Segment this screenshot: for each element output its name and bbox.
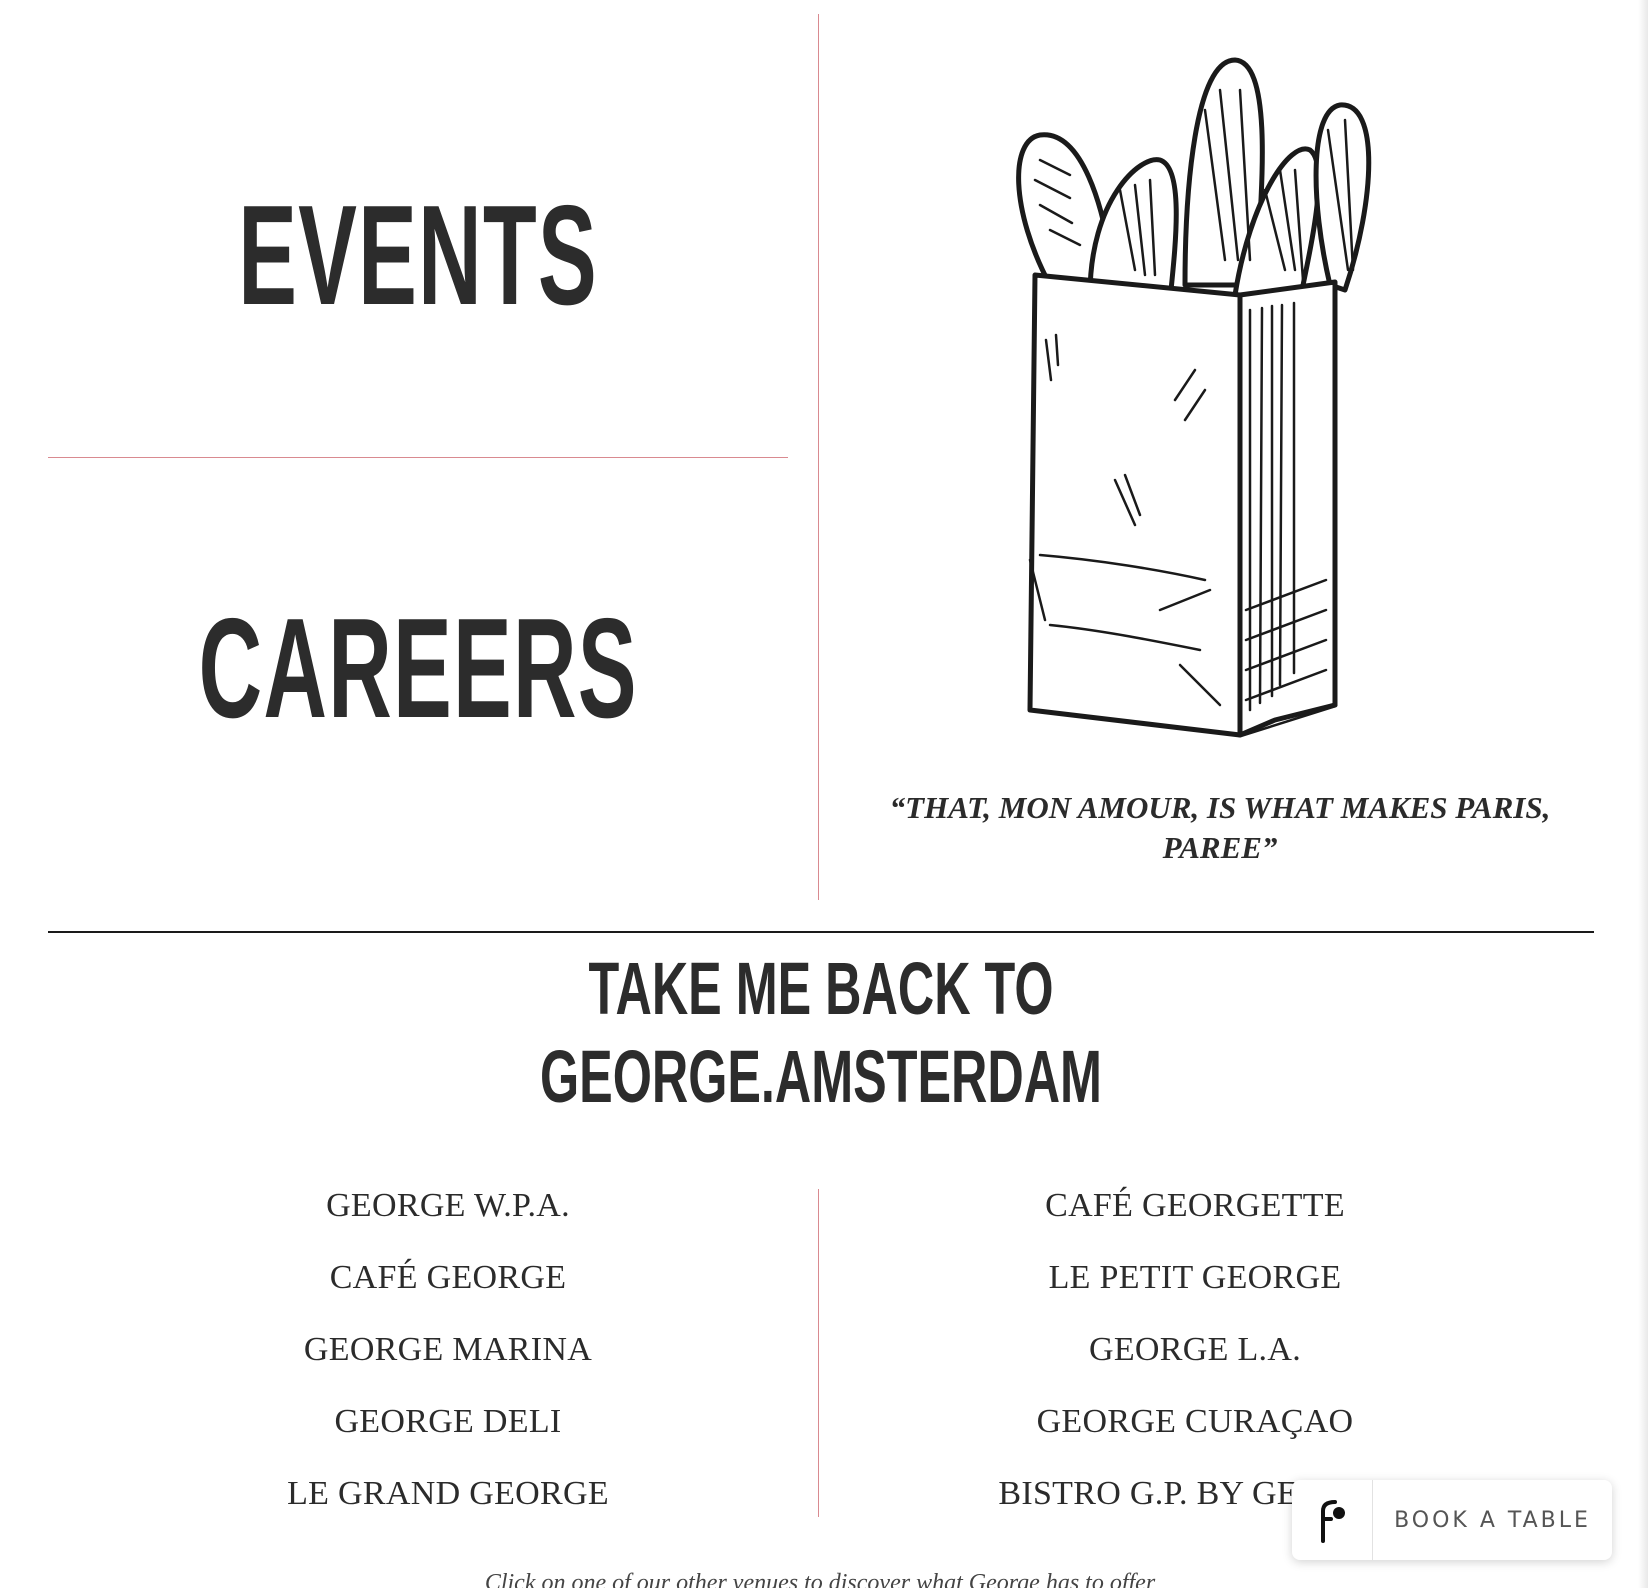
venue-link-george-la[interactable]: GEORGE L.A. [820,1332,1570,1404]
venue-link-le-petit-george[interactable]: LE PETIT GEORGE [820,1260,1570,1332]
book-a-table-button[interactable]: BOOK A TABLE [1292,1480,1612,1560]
take-me-back-link[interactable]: TAKE ME BACK TO GEORGE.AMSTERDAM [48,945,1594,1121]
footer-note: Click on one of our other venues to disc… [484,1570,1156,1588]
quote-text: “THAT, MON AMOUR, IS WHAT MAKES PARIS, P… [889,790,1551,865]
section-divider [48,931,1594,933]
events-link-label: EVENTS [238,176,598,335]
baguette-bag-illustration [1016,57,1372,738]
page-edge-shadow [1638,0,1648,1588]
venue-link-george-marina[interactable]: GEORGE MARINA [78,1332,818,1404]
vertical-divider-venues [818,1189,819,1517]
venue-link-george-wpa[interactable]: GEORGE W.P.A. [78,1188,818,1260]
venue-link-cafe-georgette[interactable]: CAFÉ GEORGETTE [820,1188,1570,1260]
events-link[interactable]: EVENTS [48,185,788,327]
careers-link[interactable]: CAREERS [48,598,788,740]
careers-link-label: CAREERS [198,589,638,748]
venues-list-left: GEORGE W.P.A. CAFÉ GEORGE GEORGE MARINA … [78,1188,818,1548]
venue-link-george-curacao[interactable]: GEORGE CURAÇAO [820,1404,1570,1476]
vertical-divider-top [818,14,819,900]
book-a-table-label: BOOK A TABLE [1394,1507,1591,1533]
take-me-back-line1: TAKE ME BACK TO [588,947,1054,1030]
horizontal-divider-left [48,457,788,458]
venue-link-cafe-george[interactable]: CAFÉ GEORGE [78,1260,818,1332]
venue-link-le-grand-george[interactable]: LE GRAND GEORGE [78,1476,818,1548]
venue-link-george-deli[interactable]: GEORGE DELI [78,1404,818,1476]
take-me-back-line2: GEORGE.AMSTERDAM [540,1035,1102,1118]
reservation-logo-icon [1292,1480,1373,1560]
baguettes-group [1016,57,1372,303]
